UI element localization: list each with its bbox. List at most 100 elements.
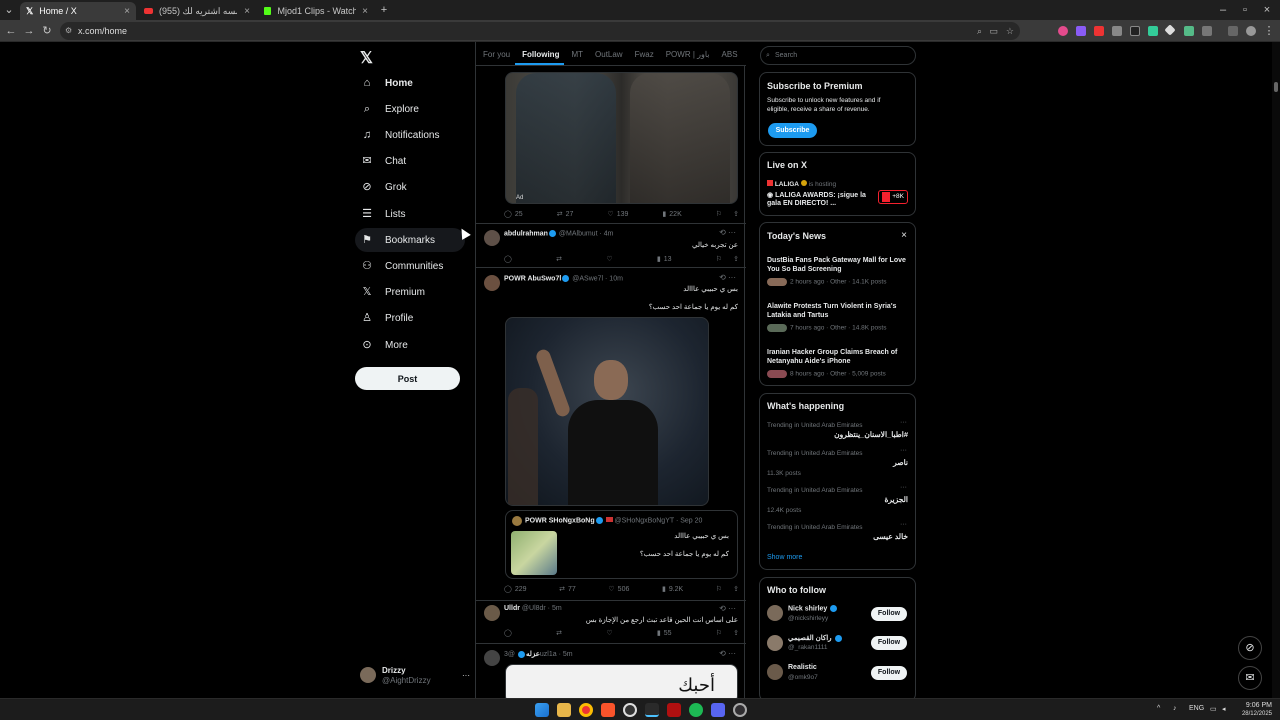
extension-7-icon[interactable] bbox=[1164, 24, 1176, 36]
tab-youtube[interactable]: اي شي للمسه اشتريه لك (955) × bbox=[138, 2, 256, 20]
tab-for-you[interactable]: For you bbox=[476, 42, 515, 65]
spotify-icon[interactable] bbox=[689, 703, 703, 717]
tweet[interactable]: عزله @3uzl1a · 5m ⟲ ··· أحبك bbox=[476, 644, 746, 698]
tab-abs[interactable]: ABS bbox=[715, 42, 743, 65]
tweet-ad[interactable]: Ad ◯ 25 ⇄ 27 ♡ 139 ▮ 22K ⚐ ⇪ bbox=[476, 66, 746, 224]
network-icon[interactable]: ▭ bbox=[1210, 705, 1217, 713]
browser-menu-icon[interactable]: ⋮ bbox=[1262, 24, 1276, 38]
repost-button[interactable]: ⇄ bbox=[556, 255, 562, 263]
clock[interactable]: 9:06 PM 28/12/2025 bbox=[1240, 701, 1272, 719]
more-options-icon[interactable]: ⟲ ··· bbox=[719, 604, 736, 613]
avatar[interactable] bbox=[484, 650, 500, 666]
like-button[interactable]: ♡ 139 bbox=[607, 210, 628, 219]
like-button[interactable]: ♡ 506 bbox=[608, 585, 629, 594]
red-app-icon[interactable] bbox=[667, 703, 681, 717]
close-tab-icon[interactable]: × bbox=[124, 6, 130, 17]
sidebar-item-more[interactable]: ⊙ More bbox=[355, 333, 465, 357]
ad-image[interactable]: Ad bbox=[505, 72, 738, 204]
sidebar-item-premium[interactable]: 𝕏 Premium bbox=[355, 280, 465, 304]
share-icon[interactable]: ⇪ bbox=[733, 629, 739, 637]
tab-mt[interactable]: MT bbox=[564, 42, 588, 65]
cast-icon[interactable]: ▭ bbox=[989, 22, 998, 40]
avatar[interactable] bbox=[767, 664, 783, 680]
repost-button[interactable]: ⇄ 77 bbox=[559, 585, 576, 594]
post-button[interactable]: Post bbox=[355, 367, 460, 390]
star-icon[interactable]: ☆ bbox=[1006, 22, 1014, 40]
tweet[interactable]: abdulrahman @MAlbumut · 4m ⟲ ··· عن تجرب… bbox=[476, 224, 746, 268]
tab-following[interactable]: Following bbox=[515, 42, 565, 65]
follow-button[interactable]: Follow bbox=[871, 636, 907, 650]
tab-kick[interactable]: Mjod1 Clips - Watch Live on Ki × bbox=[258, 2, 374, 20]
extensions-puzzle-icon[interactable] bbox=[1202, 26, 1212, 36]
profile-avatar-icon[interactable] bbox=[1246, 26, 1256, 36]
live-text-2[interactable]: gala EN DIRECTO! ... bbox=[767, 200, 836, 207]
back-icon[interactable]: ← bbox=[4, 24, 18, 38]
scrollbar-thumb[interactable] bbox=[1274, 82, 1278, 92]
share-icon[interactable]: ⇪ bbox=[733, 255, 739, 263]
avatar[interactable] bbox=[484, 605, 500, 621]
views-button[interactable]: ▮ 22K bbox=[662, 210, 681, 219]
repost-button[interactable]: ⇄ 27 bbox=[557, 210, 574, 219]
more-options-icon[interactable]: ··· bbox=[900, 521, 907, 528]
reply-button[interactable]: ◯ bbox=[504, 255, 512, 263]
account-switcher[interactable]: Drizzy @AightDrizzy ··· bbox=[360, 662, 470, 688]
volume-icon[interactable]: ◂ bbox=[1222, 705, 1226, 713]
extension-3-icon[interactable] bbox=[1094, 26, 1104, 36]
sidebar-item-bookmarks[interactable]: ⚑ Bookmarks bbox=[355, 228, 465, 252]
follow-button[interactable]: Follow bbox=[871, 607, 907, 621]
language-indicator[interactable]: ENG bbox=[1189, 705, 1204, 712]
search-input[interactable]: ⌕ Search bbox=[760, 46, 916, 65]
more-dots-icon[interactable]: ··· bbox=[462, 671, 470, 680]
reload-icon[interactable]: ↻ bbox=[40, 24, 54, 38]
show-more-link[interactable]: Show more bbox=[767, 554, 802, 561]
chrome-icon[interactable] bbox=[579, 703, 593, 717]
live-listener-count[interactable]: +8K bbox=[878, 190, 908, 204]
like-button[interactable]: ♡ bbox=[606, 255, 612, 263]
views-button[interactable]: ▮ 13 bbox=[657, 255, 672, 264]
close-tab-icon[interactable]: × bbox=[362, 6, 368, 17]
extension-8-icon[interactable] bbox=[1184, 26, 1194, 36]
discord-icon[interactable] bbox=[711, 703, 725, 717]
close-tab-icon[interactable]: × bbox=[244, 6, 250, 17]
tweet-image[interactable]: أحبك bbox=[505, 664, 738, 698]
extension-4-icon[interactable] bbox=[1112, 26, 1122, 36]
address-bar[interactable]: ⚙ x.com/home ⌕ ▭ ☆ bbox=[60, 22, 1020, 40]
file-explorer-icon[interactable] bbox=[557, 703, 571, 717]
reply-button[interactable]: ◯ 229 bbox=[504, 585, 527, 594]
tab-outlaw[interactable]: OutLaw bbox=[588, 42, 628, 65]
messages-float-button[interactable]: ✉ bbox=[1238, 666, 1262, 690]
bookmark-button[interactable]: ⚐ ⇪ bbox=[716, 255, 739, 263]
bookmark-button[interactable]: ⚐ ⇪ bbox=[716, 210, 739, 218]
sidebar-item-notifications[interactable]: ♫ Notifications bbox=[355, 123, 465, 147]
views-button[interactable]: ▮ 55 bbox=[657, 629, 672, 638]
tab-powr[interactable]: POWR | باور bbox=[659, 42, 715, 65]
more-options-icon[interactable]: ⟲ ··· bbox=[719, 273, 736, 282]
avatar[interactable] bbox=[767, 605, 783, 621]
extension-1-icon[interactable] bbox=[1058, 26, 1068, 36]
repost-button[interactable]: ⇄ bbox=[556, 629, 562, 637]
tweet[interactable]: Ulldr @Ul8dr · 5m ⟲ ··· على اساس انت الح… bbox=[476, 601, 746, 644]
site-info-icon[interactable]: ⚙ bbox=[65, 22, 72, 40]
more-options-icon[interactable]: ··· bbox=[900, 419, 907, 426]
forward-icon[interactable]: → bbox=[22, 24, 36, 38]
zoom-icon[interactable]: ⌕ bbox=[977, 22, 982, 40]
more-options-icon[interactable]: ··· bbox=[900, 447, 907, 454]
maximize-icon[interactable]: ▫ bbox=[1238, 3, 1252, 17]
subscribe-button[interactable]: Subscribe bbox=[768, 123, 817, 138]
share-icon[interactable]: ⇪ bbox=[733, 210, 739, 218]
page-scrollbar[interactable] bbox=[1272, 42, 1280, 698]
bookmark-button[interactable]: ⚐ ⇪ bbox=[716, 585, 739, 593]
reply-button[interactable]: ◯ bbox=[504, 629, 512, 637]
close-icon[interactable]: × bbox=[901, 230, 907, 241]
sidebar-item-profile[interactable]: ♙ Profile bbox=[355, 306, 465, 330]
live-text-1[interactable]: ◉ LALIGA AWARDS: ¡sigue la bbox=[767, 191, 866, 199]
reply-button[interactable]: ◯ 25 bbox=[504, 210, 523, 219]
more-options-icon[interactable]: ⟲ ··· bbox=[719, 228, 736, 237]
active-app-icon[interactable] bbox=[645, 703, 659, 717]
sidebar-item-home[interactable]: ⌂ Home bbox=[355, 71, 465, 95]
grok-float-button[interactable]: ⊘ bbox=[1238, 636, 1262, 660]
follow-button[interactable]: Follow bbox=[871, 666, 907, 680]
tab-menu-icon[interactable]: ⌄ bbox=[2, 3, 16, 17]
avatar[interactable] bbox=[484, 230, 500, 246]
sidebar-item-communities[interactable]: ⚇ Communities bbox=[355, 254, 475, 278]
